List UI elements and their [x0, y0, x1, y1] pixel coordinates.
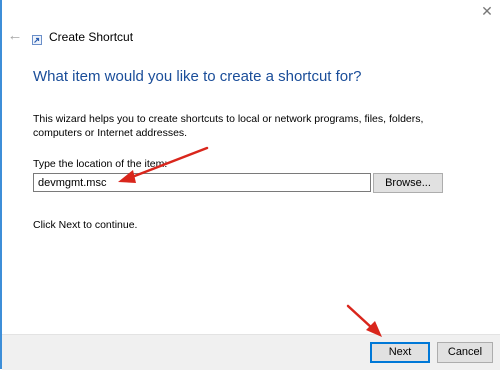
- location-field-label: Type the location of the item:: [33, 158, 168, 170]
- window-title: Create Shortcut: [49, 30, 134, 44]
- shortcut-app-icon: [32, 32, 42, 45]
- annotation-arrow-to-next: [346, 304, 382, 337]
- cancel-button[interactable]: Cancel: [437, 342, 493, 363]
- wizard-description: This wizard helps you to create shortcut…: [33, 113, 424, 139]
- continue-hint: Click Next to continue.: [33, 219, 138, 231]
- wizard-heading: What item would you like to create a sho…: [33, 68, 362, 85]
- close-icon[interactable]: ✕: [480, 4, 494, 18]
- next-button[interactable]: Next: [370, 342, 430, 363]
- browse-button[interactable]: Browse...: [373, 173, 443, 193]
- back-arrow-icon[interactable]: ←: [7, 28, 23, 44]
- title-bar: ← Create Shortcut: [2, 0, 500, 60]
- location-input[interactable]: [33, 173, 371, 192]
